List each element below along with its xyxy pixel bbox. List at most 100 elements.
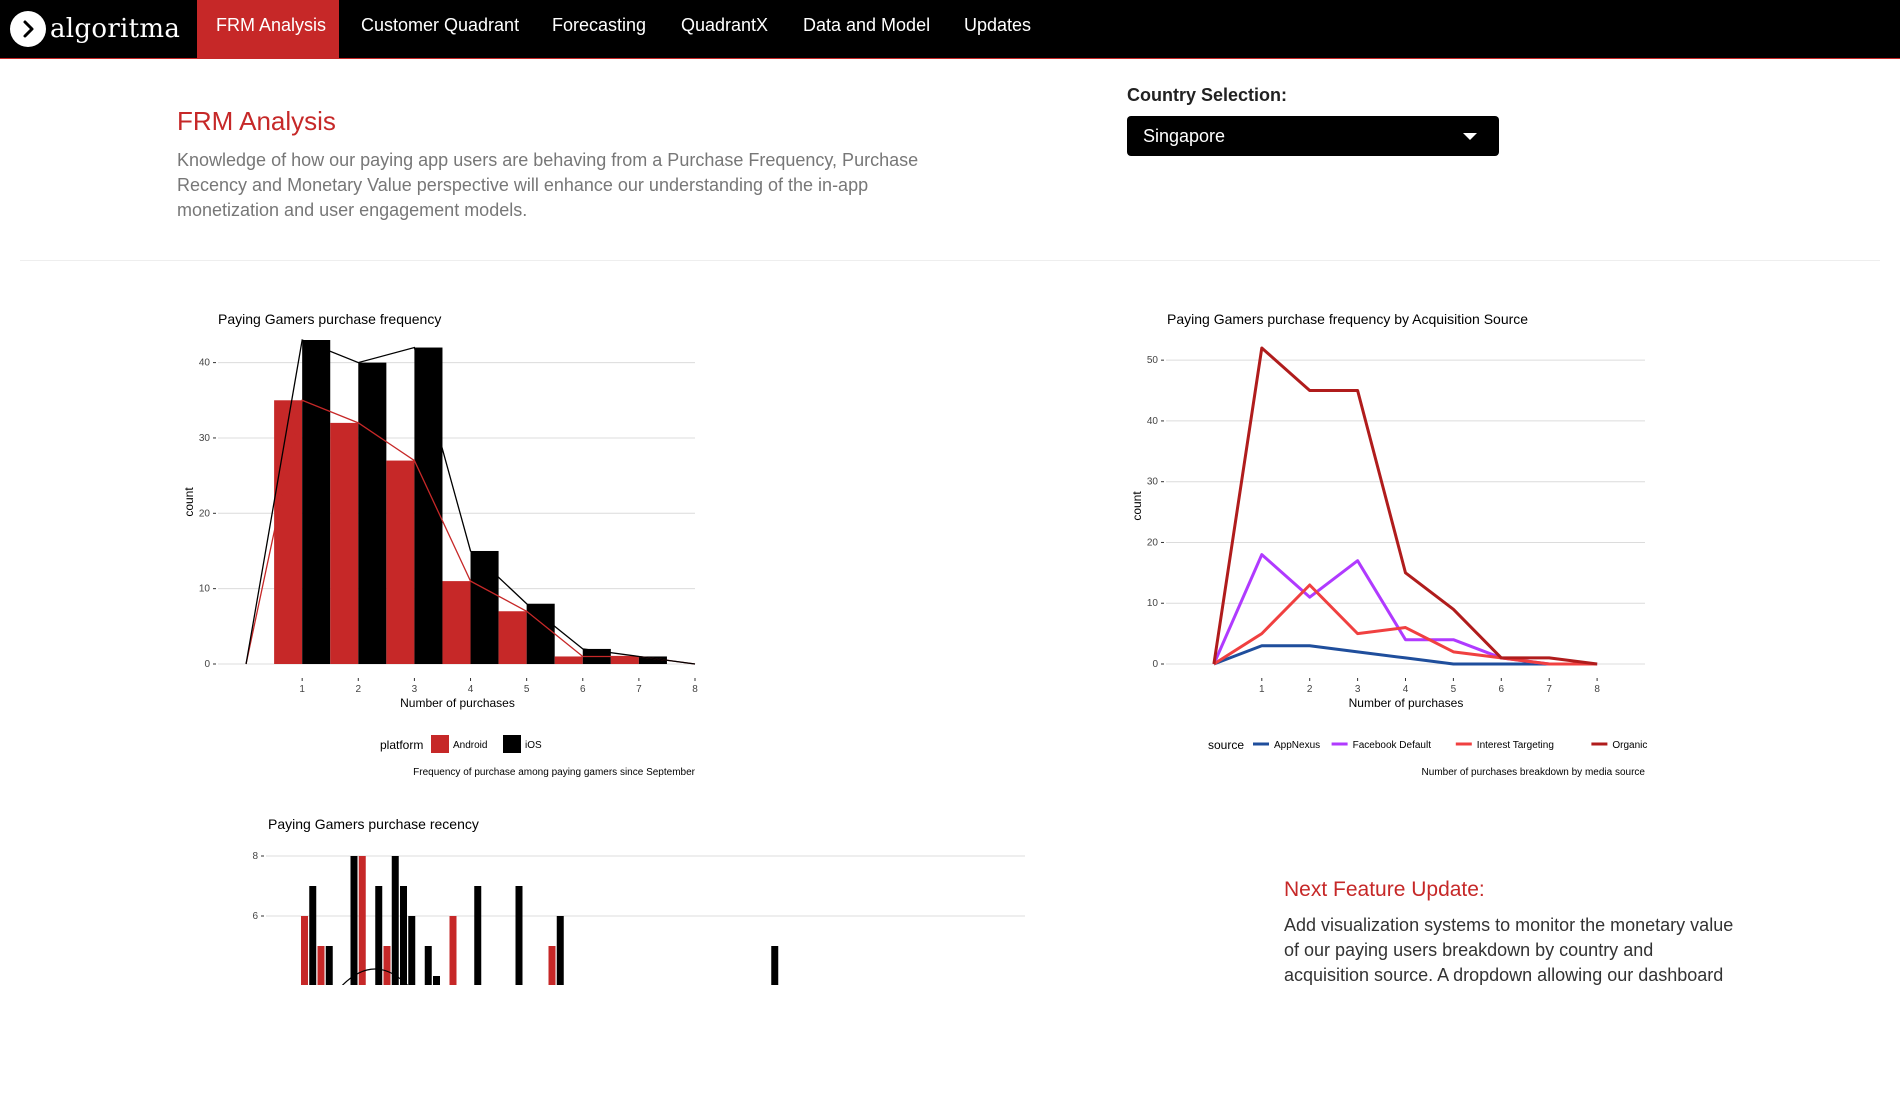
page-description: Knowledge of how our paying app users ar…	[177, 150, 919, 220]
bar-android	[498, 611, 527, 664]
tab-customer-quadrant[interactable]: Customer Quadrant	[342, 0, 538, 58]
x-tick-label: 7	[636, 684, 642, 695]
bar-ios	[400, 886, 407, 985]
legend-title: platform	[380, 738, 423, 752]
brand[interactable]: algoritma	[10, 6, 180, 52]
bar-android	[442, 581, 471, 664]
bar-android	[383, 946, 391, 985]
y-tick-label: 50	[1147, 355, 1159, 366]
bar-ios	[424, 946, 432, 985]
bar-ios	[391, 856, 399, 985]
purchase-recency-chart: Paying Gamers purchase recency 6 8	[252, 816, 1025, 985]
country-selected-value: Singapore	[1143, 126, 1226, 146]
legend-label: Android	[453, 740, 487, 751]
caret-down-icon	[1463, 133, 1477, 140]
bar-ios	[325, 946, 333, 985]
bar-ios	[414, 347, 443, 664]
y-tick-label: 20	[199, 508, 211, 519]
x-tick-label: 2	[356, 684, 362, 695]
acquisition-source-chart: Paying Gamers purchase frequency by Acqu…	[1130, 311, 1647, 778]
section-divider	[20, 260, 1880, 261]
chart-caption: Frequency of purchase among paying gamer…	[413, 767, 695, 778]
chart-title: Paying Gamers purchase frequency	[218, 311, 441, 327]
brand-name: algoritma	[50, 14, 181, 44]
y-tick-label: 10	[199, 584, 211, 595]
x-tick-label: 4	[1403, 684, 1409, 695]
legend-title: source	[1208, 738, 1244, 752]
y-axis-label: count	[182, 487, 196, 517]
bar-android	[358, 856, 366, 985]
y-tick-label: 0	[204, 659, 210, 670]
legend-label: iOS	[525, 740, 542, 751]
tab-updates[interactable]: Updates	[945, 0, 1050, 58]
x-axis-label: Number of purchases	[1349, 696, 1464, 710]
bar-ios	[408, 916, 416, 985]
page-title: FRM Analysis	[177, 106, 336, 136]
bar-ios	[470, 550, 499, 664]
next-feature-update-title: Next Feature Update:	[1284, 878, 1485, 901]
tab-data-and-model[interactable]: Data and Model	[784, 0, 949, 58]
bar-ios	[350, 856, 358, 985]
x-tick-label: 5	[1451, 684, 1457, 695]
chart-title: Paying Gamers purchase frequency by Acqu…	[1167, 311, 1528, 327]
x-axis-label: Number of purchases	[400, 696, 515, 710]
y-tick-label: 40	[1147, 416, 1159, 427]
y-tick-label: 6	[252, 911, 258, 922]
y-tick-label: 20	[1147, 537, 1159, 548]
series-line-organic	[1212, 346, 1598, 666]
x-tick-label: 2	[1307, 684, 1313, 695]
bar-android	[386, 460, 415, 664]
legend-label: Organic	[1612, 740, 1647, 751]
legend-key-ios	[503, 735, 521, 753]
bar-android	[274, 400, 303, 664]
y-tick-label: 8	[252, 851, 258, 862]
legend-label: AppNexus	[1274, 740, 1320, 751]
y-tick-label: 10	[1147, 598, 1159, 609]
next-feature-update-body: Add visualization systems to monitor the…	[1284, 915, 1734, 985]
bar-android	[548, 946, 556, 985]
x-tick-label: 4	[468, 684, 474, 695]
y-axis-label: count	[1130, 491, 1144, 521]
x-tick-label: 8	[692, 684, 698, 695]
x-tick-label: 8	[1594, 684, 1600, 695]
bar-android	[317, 946, 325, 985]
top-navbar: algoritma FRM Analysis Customer Quadrant…	[0, 0, 1900, 59]
x-tick-label: 3	[1355, 684, 1361, 695]
x-tick-label: 3	[412, 684, 418, 695]
legend-key-android	[431, 735, 449, 753]
y-tick-label: 40	[199, 358, 211, 369]
tab-forecasting[interactable]: Forecasting	[533, 0, 665, 58]
bar-android	[554, 656, 583, 664]
x-tick-label: 5	[524, 684, 530, 695]
brand-arrow-icon	[10, 11, 46, 47]
bar-android	[330, 422, 359, 664]
bar-android	[610, 656, 639, 664]
legend-label: Facebook Default	[1353, 740, 1432, 751]
x-tick-label: 6	[1499, 684, 1505, 695]
y-tick-label: 30	[199, 433, 211, 444]
series-line-appnexus	[1213, 644, 1598, 666]
bar-ios	[474, 886, 482, 985]
series-line-interest-targeting	[1213, 583, 1598, 666]
country-dropdown[interactable]: Singapore	[1127, 116, 1499, 156]
tab-quadrantx[interactable]: QuadrantX	[662, 0, 787, 58]
bar-ios	[526, 603, 555, 664]
x-tick-label: 6	[580, 684, 586, 695]
y-tick-label: 0	[1152, 659, 1158, 670]
bar-android	[301, 916, 308, 985]
bar-ios	[433, 976, 440, 985]
x-tick-label: 7	[1546, 684, 1552, 695]
chart-caption: Number of purchases breakdown by media s…	[1422, 767, 1646, 778]
bar-ios	[358, 362, 387, 664]
bar-ios	[556, 916, 564, 985]
x-tick-label: 1	[299, 684, 305, 695]
bar-ios	[302, 340, 331, 664]
tab-frm-analysis[interactable]: FRM Analysis	[197, 0, 339, 58]
x-tick-label: 1	[1259, 684, 1265, 695]
country-selection-label: Country Selection:	[1127, 85, 1288, 105]
bar-android	[449, 916, 457, 985]
bar-ios	[515, 886, 523, 985]
chart-title: Paying Gamers purchase recency	[268, 816, 479, 832]
legend-label: Interest Targeting	[1477, 740, 1554, 751]
bar-ios	[771, 946, 779, 985]
